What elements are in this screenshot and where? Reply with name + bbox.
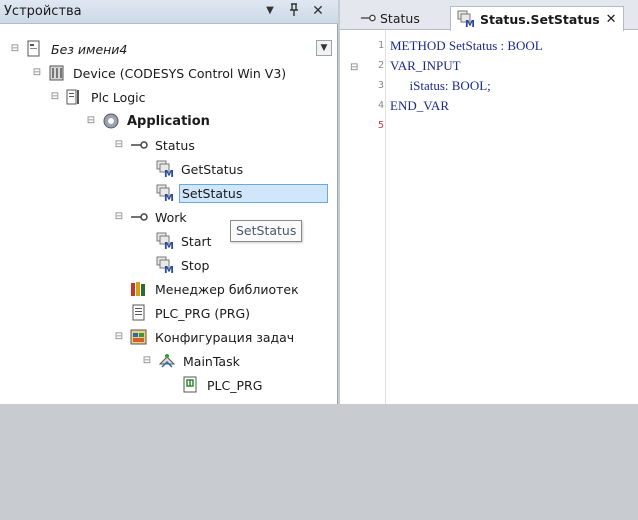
tree-label-task-config: Конфигурация задач [155, 329, 295, 345]
interface-icon [130, 136, 148, 154]
tree-label-task-plc-prg: PLC_PRG [207, 377, 263, 393]
tree-label-get-status: GetStatus [181, 161, 244, 177]
application-icon [102, 112, 120, 130]
task-icon [158, 352, 176, 370]
tab-close-button[interactable]: ✕ [606, 12, 617, 27]
task-config-icon [130, 328, 148, 346]
devices-panel-header: Устройства ▼ ✕ [0, 0, 338, 24]
devices-panel-title: Устройства [4, 4, 82, 19]
tree-label-application: Application [127, 113, 210, 129]
line-number: 2 [377, 60, 384, 71]
svg-text:M: M [164, 193, 174, 202]
tree-node-work[interactable]: ⊟ Work [112, 206, 189, 228]
library-icon [130, 280, 148, 298]
tree-label-stop: Stop [181, 257, 210, 273]
line-number-gutter: 1 2 3 4 5 ⊟ [340, 30, 386, 404]
collapse-icon[interactable]: ⊟ [84, 114, 98, 128]
editor-panel: Status M Status.SetStatus ✕ 1 2 3 4 5 ⊟ … [340, 0, 638, 404]
collapse-icon[interactable]: ⊟ [48, 90, 62, 104]
interface-icon [360, 10, 376, 26]
panel-close-button[interactable]: ✕ [310, 3, 326, 19]
method-icon: M [156, 256, 174, 276]
editor-tabs: Status M Status.SetStatus ✕ [340, 0, 638, 31]
svg-text:M: M [164, 241, 174, 250]
tree-node-set-status[interactable]: M SetStatus [156, 182, 328, 204]
tab-set-status[interactable]: M Status.SetStatus ✕ [450, 6, 624, 31]
tree-node-start[interactable]: M Start [156, 230, 214, 252]
tree-node-status[interactable]: ⊟ Status [112, 134, 197, 156]
tree-label-work: Work [155, 209, 187, 225]
tree-node-main-task[interactable]: ⊟ MainTask [140, 350, 242, 372]
tree-node-plc-logic[interactable]: ⊟ Plc Logic [48, 86, 148, 108]
panel-menu-button[interactable]: ▼ [262, 3, 278, 19]
tree-node-plc-prg[interactable]: PLC_PRG (PRG) [130, 302, 252, 324]
empty-bottom-area [0, 404, 638, 520]
method-icon: M [457, 10, 475, 30]
tree-node-library-manager[interactable]: Менеджер библиотек [130, 278, 301, 300]
svg-text:M: M [164, 265, 174, 274]
tree-label-status: Status [155, 137, 195, 153]
plc-logic-icon [66, 88, 84, 106]
tree-label-plc-prg: PLC_PRG (PRG) [155, 305, 251, 321]
code-line: METHOD SetStatus : BOOL [390, 38, 543, 53]
devices-panel: Устройства ▼ ✕ ▼ ⊟ Без имени4 ⊟ Device (… [0, 0, 338, 404]
tree-node-get-status[interactable]: M GetStatus [156, 158, 245, 180]
tree-node-device[interactable]: ⊟ Device (CODESYS Control Win V3) [30, 62, 288, 84]
tree-node-task-config[interactable]: ⊟ Конфигурация задач [112, 326, 296, 348]
tree-node-stop[interactable]: M Stop [156, 254, 211, 276]
collapse-icon[interactable]: ⊟ [140, 354, 154, 368]
tab-status-label: Status [380, 10, 420, 26]
program-icon [130, 304, 148, 322]
tree-label-plc-logic: Plc Logic [91, 89, 146, 105]
tree-label-device: Device (CODESYS Control Win V3) [73, 65, 287, 81]
code-line: iStatus: BOOL; [390, 78, 491, 93]
device-tree: ⊟ Без имени4 ⊟ Device (CODESYS Control W… [0, 24, 338, 404]
tree-node-task-plc-prg[interactable]: PLC_PRG [182, 374, 264, 396]
svg-text:M: M [164, 169, 174, 178]
tree-node-project[interactable]: ⊟ Без имени4 [8, 38, 129, 60]
device-icon [48, 64, 66, 82]
collapse-icon[interactable]: ⊟ [112, 138, 126, 152]
method-icon: M [156, 160, 174, 180]
collapse-icon[interactable]: ⊟ [112, 330, 126, 344]
hover-tooltip: SetStatus [230, 220, 303, 242]
tree-label-project: Без имени4 [51, 41, 128, 57]
line-number: 4 [377, 100, 384, 111]
line-number: 5 [377, 120, 384, 131]
interface-icon [130, 208, 148, 226]
tree-label-set-status: SetStatus [179, 183, 328, 203]
pin-icon[interactable] [286, 3, 302, 19]
svg-text:M: M [465, 19, 475, 28]
collapse-icon[interactable]: ⊟ [112, 210, 126, 224]
collapse-icon[interactable]: ⊟ [30, 66, 44, 80]
fold-collapse-icon[interactable]: ⊟ [350, 62, 358, 73]
tree-label-start: Start [181, 233, 212, 249]
method-icon: M [156, 184, 174, 204]
code-line: VAR_INPUT [390, 58, 461, 73]
tree-node-application[interactable]: ⊟ Application [84, 110, 212, 132]
app-window: Устройства ▼ ✕ ▼ ⊟ Без имени4 ⊟ Device (… [0, 0, 638, 520]
line-number: 1 [377, 40, 384, 51]
tree-label-library-manager: Менеджер библиотек [155, 281, 299, 297]
project-icon [26, 40, 44, 58]
line-number: 3 [377, 80, 384, 91]
tree-label-main-task: MainTask [183, 353, 240, 369]
method-icon: M [156, 232, 174, 252]
task-call-icon [182, 376, 200, 394]
code-line: END_VAR [390, 98, 449, 113]
collapse-icon[interactable]: ⊟ [8, 42, 22, 56]
tab-status[interactable]: Status [354, 6, 426, 30]
tab-set-status-label: Status.SetStatus [480, 11, 600, 27]
